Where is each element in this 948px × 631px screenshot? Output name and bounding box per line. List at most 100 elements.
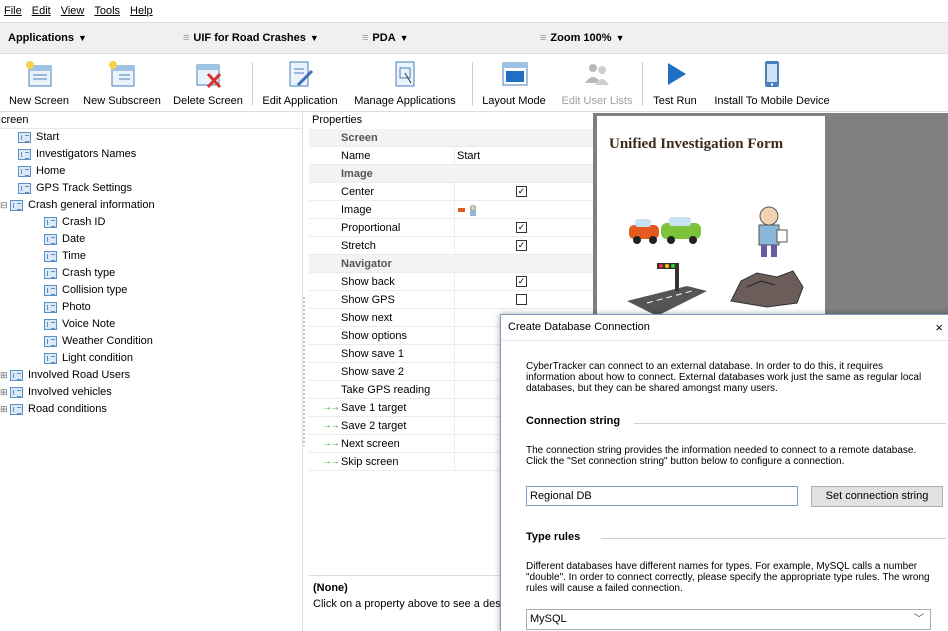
checked-checkbox[interactable]: ✓	[516, 222, 527, 233]
delete-screen-icon	[196, 64, 222, 89]
screen-icon	[18, 149, 31, 160]
mobile-device-icon	[765, 61, 779, 87]
new-subscreen-label: New Subscreen	[83, 95, 161, 107]
property-row[interactable]: Proportional ✓	[309, 219, 593, 237]
test-run-button[interactable]: Test Run	[648, 57, 702, 109]
close-icon[interactable]: ×	[935, 320, 943, 335]
device-dropdown[interactable]: ≡ PDA ▼	[362, 32, 409, 44]
section-divider	[601, 538, 946, 539]
tree-item[interactable]: GPS Track Settings	[8, 180, 132, 197]
tree-item[interactable]: Time	[34, 248, 86, 265]
property-value[interactable]	[454, 201, 593, 219]
tree-item[interactable]: Weather Condition	[34, 333, 153, 350]
new-subscreen-button[interactable]: New Subscreen	[80, 57, 164, 109]
tree-item[interactable]: Investigators Names	[8, 146, 136, 163]
menu-edit[interactable]: Edit	[32, 5, 51, 17]
property-value[interactable]: Start	[454, 147, 593, 165]
zoom-dropdown[interactable]: ≡ Zoom 100% ▼	[540, 32, 624, 44]
screen-icon	[10, 200, 23, 211]
property-value[interactable]: ✓	[454, 273, 593, 291]
tree-item-label: Date	[62, 233, 86, 245]
connection-string-input[interactable]: Regional DB	[526, 486, 798, 506]
screen-icon	[44, 319, 57, 330]
target-arrow-icon: →→	[322, 402, 340, 413]
form-dropdown[interactable]: ≡ UIF for Road Crashes ▼	[183, 32, 319, 44]
tree-item-label: Involved vehicles	[28, 386, 112, 398]
tree-item[interactable]: Light condition	[34, 350, 133, 367]
tree-item[interactable]: ⊞ Involved vehicles	[0, 384, 112, 401]
dialog-title: Create Database Connection	[501, 315, 948, 341]
tree-item[interactable]: Collision type	[34, 282, 127, 299]
checked-checkbox[interactable]: ✓	[516, 186, 527, 197]
property-value[interactable]	[454, 291, 593, 309]
manage-applications-label: Manage Applications	[354, 95, 456, 107]
property-name: Image	[341, 204, 372, 216]
edit-application-button[interactable]: Edit Application	[260, 57, 340, 109]
property-name: Proportional	[341, 222, 401, 234]
form-label: UIF for Road Crashes	[193, 32, 306, 44]
delete-screen-label: Delete Screen	[173, 95, 243, 107]
property-name: Show back	[341, 276, 395, 288]
tree-item[interactable]: Date	[34, 231, 85, 248]
tree-item[interactable]: Start	[8, 129, 59, 146]
chevron-down-icon: ▼	[309, 33, 319, 43]
layout-mode-label: Layout Mode	[482, 95, 546, 107]
collapse-icon[interactable]: ⊟	[0, 197, 9, 214]
tree-item-label: Weather Condition	[62, 335, 153, 347]
screen-icon	[10, 387, 23, 398]
grip-icon: ≡	[540, 32, 547, 44]
edit-application-icon	[289, 61, 314, 87]
edit-user-lists-button[interactable]: Edit User Lists	[556, 57, 638, 109]
property-row[interactable]: Image	[309, 201, 593, 219]
property-row[interactable]: Show GPS	[309, 291, 593, 309]
new-screen-button[interactable]: New Screen	[6, 57, 72, 109]
tree-item[interactable]: Crash ID	[34, 214, 105, 231]
expand-icon[interactable]: ⊞	[0, 401, 9, 418]
expand-icon[interactable]: ⊞	[0, 384, 9, 401]
unchecked-checkbox[interactable]	[516, 294, 527, 305]
connection-string-text: The connection string provides the infor…	[526, 445, 917, 467]
checked-checkbox[interactable]: ✓	[516, 240, 527, 251]
tree-item[interactable]: ⊞ Road conditions	[0, 401, 107, 418]
tree-item[interactable]: Voice Note	[34, 316, 115, 333]
property-row[interactable]: Show back ✓	[309, 273, 593, 291]
chevron-down-icon: ▼	[399, 33, 409, 43]
set-connection-string-button[interactable]: Set connection string	[811, 486, 943, 507]
property-name: Image	[341, 168, 373, 180]
new-subscreen-icon	[109, 61, 135, 87]
checked-checkbox[interactable]: ✓	[516, 276, 527, 287]
menu-help[interactable]: Help	[130, 5, 153, 17]
menu-file[interactable]: File	[4, 5, 22, 17]
screen-icon	[18, 183, 31, 194]
tree-item-label: Voice Note	[62, 318, 116, 330]
toolbar-separator	[642, 62, 643, 106]
layout-mode-button[interactable]: Layout Mode	[478, 57, 550, 109]
tree-item[interactable]: ⊟ Crash general information	[0, 197, 155, 214]
tree-item[interactable]: Photo	[34, 299, 91, 316]
type-rules-heading: Type rules	[526, 531, 581, 543]
manage-applications-button[interactable]: Manage Applications	[346, 57, 464, 109]
tree-title: creen	[0, 113, 302, 129]
property-row[interactable]: Stretch ✓	[309, 237, 593, 255]
install-button[interactable]: Install To Mobile Device	[708, 57, 836, 109]
tree-item[interactable]: ⊞ Involved Road Users	[0, 367, 130, 384]
tree-item[interactable]: Crash type	[34, 265, 115, 282]
image-thumbnail-icon	[458, 204, 480, 216]
splitter-handle[interactable]	[302, 296, 307, 446]
property-name: Center	[341, 186, 375, 198]
expand-icon[interactable]: ⊞	[0, 367, 9, 384]
tree-item[interactable]: Home	[8, 163, 65, 180]
tree-item-label: Crash general information	[28, 199, 155, 211]
menu-tools[interactable]: Tools	[94, 5, 120, 17]
property-row[interactable]: Name Start	[309, 147, 593, 165]
applications-dropdown[interactable]: Applications ▼	[8, 32, 87, 44]
property-value[interactable]: ✓	[454, 219, 593, 237]
property-row[interactable]: Center ✓	[309, 183, 593, 201]
delete-screen-button[interactable]: Delete Screen	[172, 57, 244, 109]
menu-view[interactable]: View	[61, 5, 85, 17]
property-value[interactable]: ✓	[454, 183, 593, 201]
screen-icon	[44, 268, 57, 279]
property-value[interactable]: ✓	[454, 237, 593, 255]
tree-item-label: Road conditions	[28, 403, 107, 415]
type-rules-select[interactable]: MySQL ﹀	[526, 609, 931, 630]
